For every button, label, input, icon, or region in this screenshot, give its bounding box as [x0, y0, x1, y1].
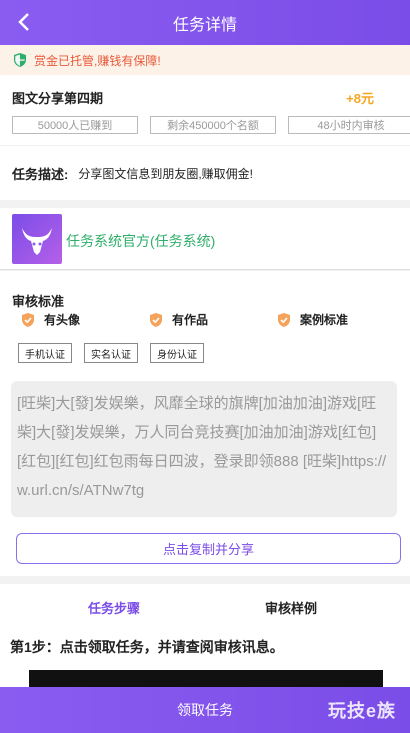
review-section: 审核标准 有头像 有作品 案例标准 手机认证 实名认证 身份认证 [旺柴]大[發…	[0, 271, 410, 576]
shield-check-icon	[14, 53, 26, 67]
badge-avatar-label: 有头像	[44, 313, 81, 327]
badge-works: 有作品	[148, 311, 208, 328]
step-image	[29, 670, 383, 687]
tab-task-steps[interactable]: 任务步骤	[88, 598, 140, 617]
description-label: 任务描述:	[12, 166, 69, 182]
escrow-notice: 赏金已托管,赚钱有保障!	[0, 45, 410, 75]
claim-task-button[interactable]: 领取任务 玩技e族	[0, 687, 410, 733]
tag-remaining: 剩余450000个名额	[150, 116, 276, 134]
badge-avatar: 有头像	[20, 311, 80, 328]
top-bar: 任务详情	[0, 0, 410, 45]
task-tags: 50000人已赚到 剩余450000个名额 48小时内审核	[12, 116, 410, 134]
tag-earned: 50000人已赚到	[12, 116, 138, 134]
badge-check-icon	[22, 312, 34, 327]
badge-case: 案例标准	[276, 311, 348, 328]
tag-review-time: 48小时内审核	[288, 116, 410, 134]
review-badges: 有头像 有作品 案例标准	[20, 311, 410, 331]
publisher-row[interactable]: 任务系统官方(任务系统)	[0, 208, 410, 270]
task-reward: +8元	[346, 91, 374, 106]
publisher-name: 任务系统官方(任务系统)	[66, 233, 216, 249]
claim-task-label: 领取任务	[177, 702, 233, 718]
cert-identity: 身份认证	[150, 343, 204, 363]
copy-share-button[interactable]: 点击复制并分享	[16, 533, 401, 564]
watermark-logo: 玩技e族	[327, 701, 396, 721]
cert-list: 手机认证 实名认证 身份认证	[18, 343, 204, 363]
steps-section: 任务步骤 审核样例 第1步：点击领取任务，并请查阅审核讯息。	[0, 584, 410, 687]
task-card: 图文分享第四期 +8元 50000人已赚到 剩余450000个名额 48小时内审…	[0, 75, 410, 145]
task-description: 任务描述: 分享图文信息到朋友圈,赚取佣金!	[0, 146, 410, 200]
badge-works-label: 有作品	[172, 313, 209, 327]
page-title: 任务详情	[172, 16, 237, 34]
description-value: 分享图文信息到朋友圈,赚取佣金!	[78, 166, 254, 181]
tab-review-samples[interactable]: 审核样例	[265, 598, 317, 617]
review-heading: 审核标准	[12, 294, 65, 309]
back-icon[interactable]	[14, 10, 34, 34]
cert-realname: 实名认证	[84, 343, 138, 363]
badge-check-icon	[278, 312, 290, 327]
notice-text: 赏金已托管,赚钱有保障!	[34, 53, 161, 68]
badge-case-label: 案例标准	[300, 313, 349, 327]
badge-check-icon	[150, 312, 162, 327]
bull-logo-icon	[12, 214, 62, 264]
share-text-box[interactable]: [旺柴]大[發]发娱樂，风靡全球的旗牌[加油加油]游戏[旺柴]大[發]发娱樂，万…	[11, 381, 397, 517]
step-1-text: 第1步：点击领取任务，并请查阅审核讯息。	[10, 639, 284, 655]
cert-phone: 手机认证	[18, 343, 72, 363]
task-name: 图文分享第四期	[12, 91, 104, 106]
